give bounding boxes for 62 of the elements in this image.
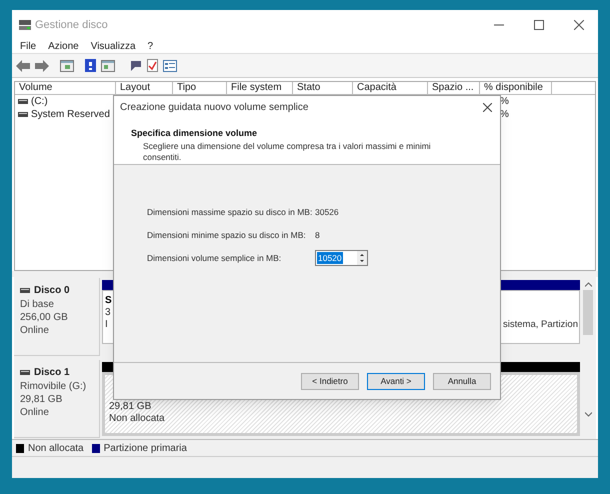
disk-icon bbox=[18, 99, 28, 104]
column-header[interactable]: Stato bbox=[293, 82, 353, 94]
chat-bubble-icon[interactable] bbox=[128, 60, 142, 72]
panel-icon[interactable] bbox=[101, 60, 115, 72]
close-icon[interactable] bbox=[483, 103, 492, 112]
partition-label: Non allocata bbox=[109, 413, 166, 425]
menu-item[interactable]: ? bbox=[148, 39, 154, 54]
spin-arrows-icon[interactable] bbox=[357, 251, 367, 265]
disk-icon bbox=[20, 288, 30, 293]
disk-name: Disco 1 bbox=[34, 366, 70, 380]
partition-label: 29,81 GB bbox=[109, 401, 152, 413]
disk-name: Disco 0 bbox=[34, 284, 70, 298]
legend-label: Non allocata bbox=[28, 442, 84, 456]
scroll-down-icon[interactable] bbox=[584, 412, 592, 417]
column-header[interactable]: File system bbox=[227, 82, 293, 94]
column-header[interactable]: Tipo bbox=[173, 82, 227, 94]
field-value: 8 bbox=[315, 228, 320, 242]
column-header[interactable]: Layout bbox=[116, 82, 173, 94]
dialog-button[interactable]: Annulla bbox=[433, 372, 491, 390]
size-spin-field[interactable]: 10520 bbox=[315, 250, 368, 266]
disk-drive-icon bbox=[18, 19, 32, 31]
disk-info: Online bbox=[20, 325, 50, 337]
scroll-up-icon[interactable] bbox=[584, 282, 592, 287]
disk-icon bbox=[20, 370, 30, 375]
partition-label: I bbox=[105, 319, 108, 331]
dialog-button[interactable]: Avanti > bbox=[367, 372, 425, 390]
field-label: Dimensioni minime spazio su disco in MB: bbox=[147, 228, 307, 242]
field-label: Dimensioni massime spazio su disco in MB: bbox=[147, 206, 314, 218]
legend-label: Partizione primaria bbox=[104, 442, 187, 456]
menu-item[interactable]: Azione bbox=[48, 39, 79, 54]
dialog-description: Scegliere una dimensione del volume compresa tra i valori massimi e minimi consentiti. bbox=[142, 140, 432, 162]
column-header[interactable]: Volume bbox=[15, 82, 116, 94]
dialog-title: Creazione guidata nuovo volume semplice bbox=[120, 101, 308, 115]
checklist-icon[interactable] bbox=[147, 59, 158, 72]
partition-label: sistema, Partizion bbox=[503, 319, 578, 331]
window-title: Gestione disco bbox=[35, 18, 108, 33]
partition-label: S bbox=[105, 295, 112, 307]
properties-icon[interactable] bbox=[163, 60, 177, 72]
disk-info: 29,81 GB bbox=[20, 394, 64, 406]
disk-info: Online bbox=[20, 407, 50, 419]
console-tree-icon[interactable] bbox=[60, 60, 74, 72]
menu-item[interactable]: File bbox=[20, 39, 36, 54]
disk-info: Di base bbox=[20, 299, 55, 311]
column-header[interactable]: % disponibile bbox=[480, 82, 552, 94]
table-cell-text: (C:) bbox=[31, 95, 48, 109]
menu-item[interactable]: Visualizza bbox=[90, 39, 136, 54]
column-header[interactable]: Capacità bbox=[353, 82, 428, 94]
table-cell-text: System Reserved bbox=[31, 108, 110, 122]
forward-arrow-icon[interactable] bbox=[35, 60, 49, 72]
dialog-heading: Specifica dimensione volume bbox=[131, 127, 258, 140]
back-arrow-icon[interactable] bbox=[16, 60, 30, 72]
maximize-icon[interactable] bbox=[534, 20, 544, 30]
field-value: 30526 bbox=[315, 206, 339, 218]
partition-label: 3 bbox=[105, 307, 111, 319]
disk-info: 256,00 GB bbox=[20, 312, 69, 324]
scroll-thumb[interactable] bbox=[583, 290, 593, 335]
disk-icon bbox=[18, 112, 28, 117]
field-label: Dimensioni volume semplice in MB: bbox=[147, 252, 282, 264]
disk-info: Rimovibile (G:) bbox=[20, 381, 88, 393]
dialog-button[interactable]: < Indietro bbox=[301, 372, 359, 390]
close-icon[interactable] bbox=[574, 20, 584, 30]
column-header[interactable]: Spazio ... bbox=[428, 82, 480, 94]
